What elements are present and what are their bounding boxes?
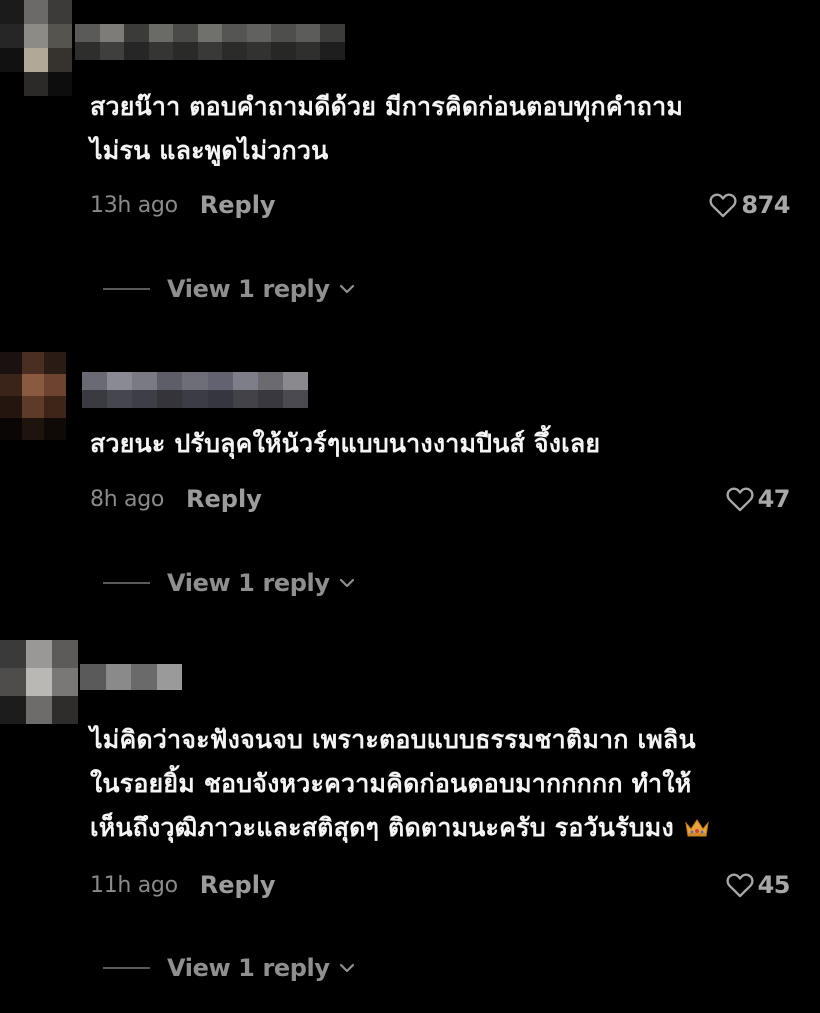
comment-timestamp: 11h ago xyxy=(90,872,178,898)
view-replies-label: View 1 reply xyxy=(167,569,330,597)
like-count: 45 xyxy=(757,871,791,899)
heart-icon xyxy=(726,873,754,898)
avatar[interactable] xyxy=(0,640,78,724)
comment-text-line: สวยนะ ปรับลุคให้นัวร์ๆแบบนางงามปีนส์ จึ้… xyxy=(90,429,601,458)
comment-meta: 13h ago Reply 874 xyxy=(90,188,790,222)
like-button[interactable]: 874 xyxy=(709,188,790,222)
chevron-down-icon xyxy=(339,284,354,294)
comment-text-line: ในรอยยิ้ม ชอบจังหวะความคิดก่อนตอบมากกกกก… xyxy=(90,769,692,798)
comment-text-line: สวยน๊าา ตอบคำถามดีด้วย มีการคิดก่อนตอบทุ… xyxy=(90,92,684,121)
divider-line xyxy=(103,967,150,969)
comment-text-line: ไม่คิดว่าจะฟังจนจบ เพราะตอบแบบธรรมชาติมา… xyxy=(90,725,696,754)
comment-meta: 8h ago Reply 47 xyxy=(90,482,791,516)
like-count: 47 xyxy=(757,485,791,513)
like-count: 874 xyxy=(741,191,790,219)
crown-icon xyxy=(684,809,710,853)
avatar[interactable] xyxy=(0,352,66,440)
username[interactable] xyxy=(82,372,308,408)
reply-button[interactable]: Reply xyxy=(186,485,262,513)
comment-text-line-last: เห็นถึงวุฒิภาวะและสติสุดๆ ติดตามนะครับ ร… xyxy=(90,806,790,853)
avatar[interactable] xyxy=(0,0,72,96)
comment-text-line: ไม่รน และพูดไม่วกวน xyxy=(90,136,329,165)
chevron-down-icon xyxy=(339,963,354,973)
divider-line xyxy=(103,288,150,290)
view-replies-label: View 1 reply xyxy=(167,275,330,303)
chevron-down-icon xyxy=(339,578,354,588)
username[interactable] xyxy=(80,664,182,690)
reply-button[interactable]: Reply xyxy=(200,191,276,219)
view-replies-button[interactable]: View 1 reply xyxy=(103,566,356,600)
username[interactable] xyxy=(75,24,345,60)
comment-timestamp: 8h ago xyxy=(90,486,165,512)
divider-line xyxy=(103,582,150,584)
reply-button[interactable]: Reply xyxy=(200,871,276,899)
like-button[interactable]: 47 xyxy=(726,482,791,516)
comment-text: สวยนะ ปรับลุคให้นัวร์ๆแบบนางงามปีนส์ จึ้… xyxy=(90,422,790,466)
comment-text-line: เห็นถึงวุฒิภาวะและสติสุดๆ ติดตามนะครับ ร… xyxy=(90,813,674,842)
view-replies-label: View 1 reply xyxy=(167,954,330,982)
heart-icon xyxy=(709,193,737,218)
heart-icon xyxy=(726,487,754,512)
comment-text: สวยน๊าา ตอบคำถามดีด้วย มีการคิดก่อนตอบทุ… xyxy=(90,85,790,173)
comment-meta: 11h ago Reply 45 xyxy=(90,868,791,902)
view-replies-button[interactable]: View 1 reply xyxy=(103,951,356,985)
comment-timestamp: 13h ago xyxy=(90,192,178,218)
comment-text: ไม่คิดว่าจะฟังจนจบ เพราะตอบแบบธรรมชาติมา… xyxy=(90,718,790,853)
view-replies-button[interactable]: View 1 reply xyxy=(103,272,356,306)
like-button[interactable]: 45 xyxy=(726,868,791,902)
